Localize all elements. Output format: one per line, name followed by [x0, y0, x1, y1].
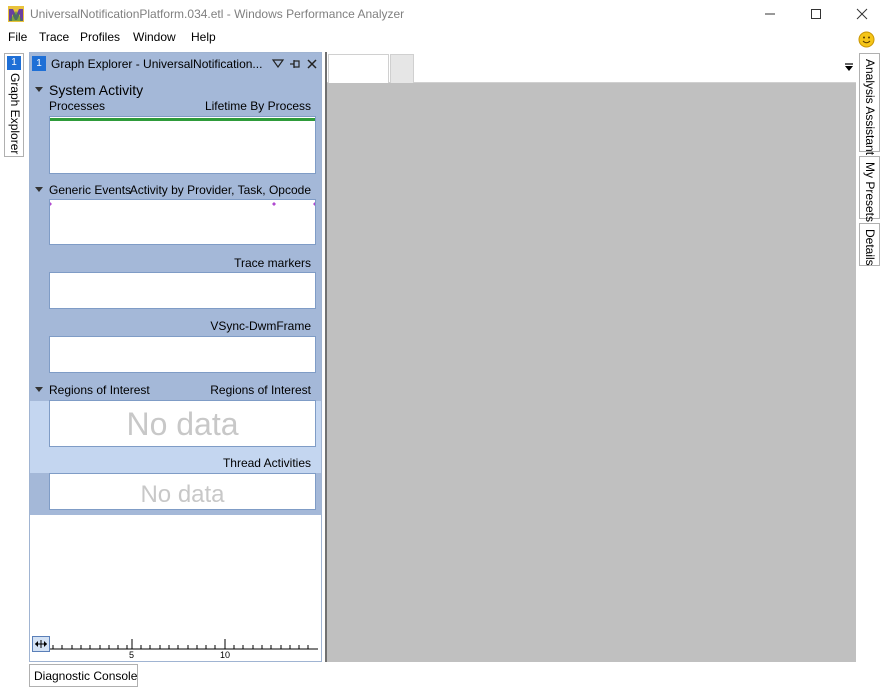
menu-file[interactable]: File [8, 30, 27, 44]
analysis-workspace[interactable] [327, 83, 856, 662]
panel-dropdown-icon[interactable] [271, 57, 285, 71]
maximize-button[interactable] [793, 0, 839, 28]
collapse-regions-icon[interactable] [35, 387, 43, 392]
event-marker [272, 202, 276, 206]
menu-bar: File Trace Profiles Window Help [0, 28, 883, 48]
graph-explorer-panel: 1 Graph Explorer - UniversalNotification… [29, 52, 322, 662]
diagnostic-console-button[interactable]: Diagnostic Console [29, 664, 138, 687]
panel-close-icon[interactable] [305, 57, 319, 71]
app-window: UniversalNotificationPlatform.034.etl - … [0, 0, 883, 690]
lifetime-by-process-label: Lifetime By Process [204, 99, 311, 113]
analysis-tab-strip [327, 52, 856, 83]
event-markers [50, 202, 315, 206]
ruler-ticks [50, 639, 318, 650]
close-icon [856, 8, 868, 20]
minimize-button[interactable] [747, 0, 793, 28]
lifetime-by-process-graph[interactable] [49, 116, 316, 174]
generic-events-title[interactable]: Generic Events [49, 183, 131, 197]
minimize-icon [765, 13, 775, 15]
vsync-dwmframe-label: VSync-DwmFrame [210, 319, 311, 333]
panel-title: Graph Explorer - UniversalNotification..… [51, 57, 263, 71]
graph-explorer-header: 1 Graph Explorer - UniversalNotification… [30, 53, 321, 75]
process-lifetime-bar [50, 118, 315, 121]
thread-activities-label: Thread Activities [222, 456, 311, 470]
maximize-icon [811, 9, 821, 19]
side-tab-number: 1 [7, 56, 21, 70]
timeline-ruler: 5 10 [30, 631, 321, 661]
ruler-tick-label: 10 [220, 650, 231, 660]
thread-activities-graph[interactable]: No data [49, 473, 316, 510]
system-activity-title[interactable]: System Activity [49, 82, 143, 98]
activity-by-provider-label: Activity by Provider, Task, Opcode [129, 183, 311, 197]
regions-no-data: No data [126, 406, 239, 442]
side-tab-label: Graph Explorer [8, 73, 22, 155]
regions-of-interest-graph[interactable]: No data [49, 400, 316, 447]
new-tab-button[interactable] [390, 54, 414, 83]
feedback-smiley-icon[interactable] [858, 31, 875, 48]
menu-help[interactable]: Help [191, 30, 216, 44]
wpa-app-icon [8, 6, 24, 22]
analysis-assistant-tab[interactable]: Analysis Assistant [859, 53, 880, 156]
event-marker [50, 202, 52, 206]
vsync-dwmframe-graph[interactable] [49, 336, 316, 373]
panel-number: 1 [32, 56, 46, 71]
trace-markers-graph[interactable] [49, 272, 316, 309]
tab-list-dropdown-icon[interactable] [844, 62, 854, 72]
zoom-fit-icon[interactable] [32, 636, 52, 654]
graph-explorer-side-tab[interactable]: 1 Graph Explorer [4, 53, 24, 157]
my-presets-label: My Presets [863, 162, 877, 223]
title-bar: UniversalNotificationPlatform.034.etl - … [0, 0, 883, 28]
menu-window[interactable]: Window [133, 30, 176, 44]
ruler-tick-label: 5 [129, 650, 135, 660]
pin-icon[interactable] [288, 57, 302, 71]
regions-of-interest-label: Regions of Interest [210, 383, 311, 397]
analysis-assistant-label: Analysis Assistant [863, 59, 877, 156]
thread-activities-no-data: No data [140, 481, 225, 508]
close-button[interactable] [839, 0, 883, 28]
menu-profiles[interactable]: Profiles [80, 30, 120, 44]
window-title: UniversalNotificationPlatform.034.etl - … [30, 7, 405, 21]
analysis-tab[interactable] [328, 54, 389, 83]
menu-trace[interactable]: Trace [39, 30, 69, 44]
trace-markers-label: Trace markers [234, 256, 311, 270]
details-label: Details [863, 229, 877, 266]
graph-explorer-body: System Activity Processes Lifetime By Pr… [30, 75, 321, 515]
details-tab[interactable]: Details [859, 223, 880, 266]
collapse-system-activity-icon[interactable] [35, 87, 43, 92]
event-marker [313, 202, 315, 206]
regions-of-interest-title[interactable]: Regions of Interest [49, 383, 150, 397]
processes-label: Processes [49, 99, 106, 113]
collapse-generic-events-icon[interactable] [35, 187, 43, 192]
generic-events-graph[interactable] [49, 199, 316, 245]
my-presets-tab[interactable]: My Presets [859, 156, 880, 223]
